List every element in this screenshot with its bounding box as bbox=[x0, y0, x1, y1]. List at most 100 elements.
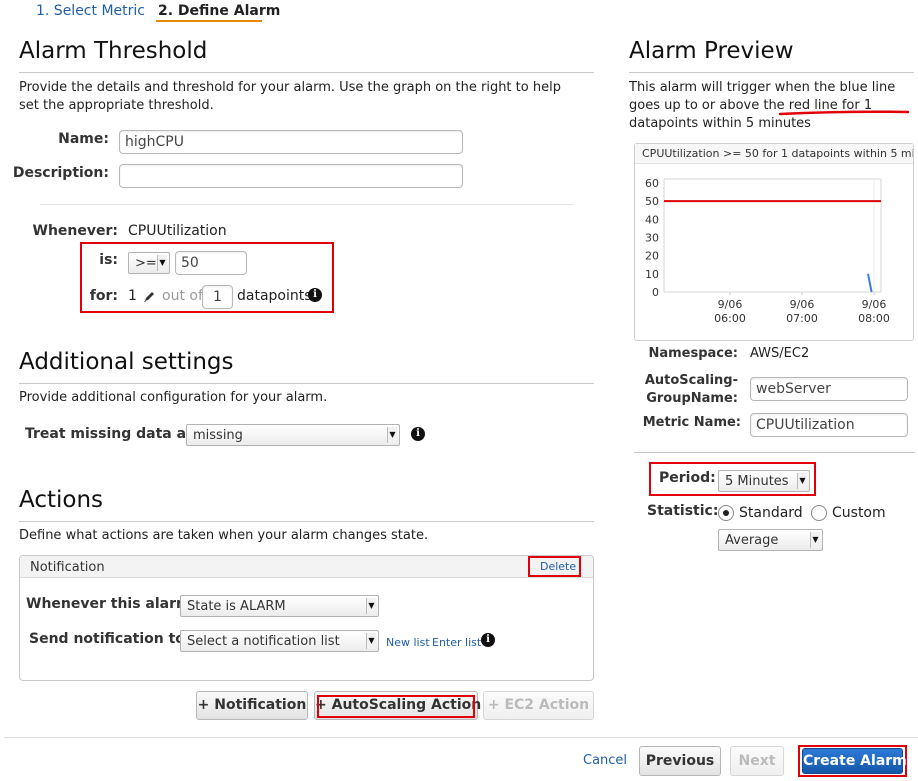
enter-list-link[interactable]: Enter list bbox=[432, 636, 481, 649]
red-underline-annotation bbox=[778, 110, 910, 116]
whenever-metric-value: CPUUtilization bbox=[128, 223, 227, 239]
series-line bbox=[867, 273, 873, 293]
name-input[interactable]: highCPU bbox=[119, 130, 463, 154]
period-label: Period: bbox=[659, 470, 716, 486]
chevron-down-icon: ▼ bbox=[157, 255, 167, 271]
additional-settings-heading: Additional settings bbox=[19, 349, 234, 375]
active-step-underline bbox=[156, 20, 262, 22]
operator-select[interactable]: >= ▼ bbox=[128, 252, 170, 274]
autoscaling-action-highlight bbox=[317, 695, 475, 718]
for-count-value: 1 bbox=[128, 288, 137, 304]
statistic-select[interactable]: Average ▼ bbox=[718, 529, 823, 551]
previous-button[interactable]: Previous bbox=[639, 746, 721, 776]
chevron-down-icon: ▼ bbox=[387, 427, 397, 443]
send-notification-label: Send notification to: bbox=[29, 631, 191, 647]
chevron-down-icon: ▼ bbox=[810, 532, 820, 548]
notification-panel-title: Notification bbox=[30, 560, 105, 575]
preview-text-after: minutes bbox=[754, 116, 811, 131]
x-tick-date: 9/06 bbox=[790, 298, 815, 311]
x-tick-time: 06:00 bbox=[714, 312, 746, 325]
standard-radio-label: Standard bbox=[739, 505, 803, 521]
add-notification-button[interactable]: + Notification bbox=[196, 691, 308, 720]
is-label: is: bbox=[99, 252, 118, 268]
notification-panel: Notification bbox=[19, 555, 594, 681]
x-tick-time: 08:00 bbox=[858, 312, 890, 325]
step-define-alarm: 2. Define Alarm bbox=[158, 3, 281, 19]
namespace-value: AWS/EC2 bbox=[750, 346, 810, 361]
pencil-icon[interactable] bbox=[143, 290, 156, 303]
autoscaling-group-label-line2: GroupName: bbox=[646, 391, 738, 406]
statistic-select-value: Average bbox=[725, 533, 779, 548]
y-tick-label: 10 bbox=[645, 268, 659, 281]
period-select[interactable]: 5 Minutes ▼ bbox=[718, 470, 810, 492]
x-tick-time: 07:00 bbox=[786, 312, 818, 325]
namespace-label: Namespace: bbox=[648, 346, 738, 361]
cancel-link[interactable]: Cancel bbox=[583, 753, 627, 768]
statistic-label: Statistic: bbox=[647, 503, 719, 519]
out-of-input[interactable]: 1 bbox=[202, 285, 233, 309]
alarm-preview-description: This alarm will trigger when the blue li… bbox=[629, 79, 915, 133]
section-divider bbox=[19, 521, 594, 522]
alarm-threshold-heading: Alarm Threshold bbox=[19, 38, 208, 64]
info-icon[interactable]: i bbox=[308, 288, 322, 302]
custom-radio-label: Custom bbox=[832, 505, 886, 521]
chevron-down-icon: ▼ bbox=[366, 598, 376, 614]
notification-list-placeholder: Select a notification list bbox=[187, 634, 340, 649]
delete-link[interactable]: Delete bbox=[540, 560, 576, 573]
section-divider bbox=[19, 72, 594, 73]
description-input[interactable] bbox=[119, 164, 463, 188]
x-tick-date: 9/06 bbox=[718, 298, 743, 311]
y-tick-label: 60 bbox=[645, 177, 659, 190]
next-button[interactable]: Next bbox=[730, 746, 784, 776]
chart-title: CPUUtilization >= 50 for 1 datapoints wi… bbox=[635, 144, 913, 164]
new-list-link[interactable]: New list bbox=[386, 636, 430, 649]
operator-select-value: >= bbox=[135, 256, 157, 271]
chevron-down-icon: ▼ bbox=[797, 473, 807, 489]
preview-divider bbox=[634, 452, 915, 453]
info-icon[interactable]: i bbox=[411, 427, 425, 441]
actions-heading: Actions bbox=[19, 487, 104, 513]
section-divider bbox=[19, 383, 594, 384]
additional-settings-description: Provide additional configuration for you… bbox=[19, 390, 328, 405]
y-tick-label: 20 bbox=[645, 250, 659, 263]
y-tick-label: 0 bbox=[652, 286, 659, 299]
period-select-value: 5 Minutes bbox=[725, 474, 789, 489]
autoscaling-group-input[interactable]: webServer bbox=[750, 377, 908, 401]
notification-panel-header bbox=[20, 556, 593, 578]
metric-name-input[interactable]: CPUUtilization bbox=[750, 413, 908, 437]
alarm-preview-heading: Alarm Preview bbox=[629, 38, 794, 64]
datapoints-label: datapoints bbox=[237, 288, 312, 304]
create-alarm-button[interactable]: Create Alarm bbox=[802, 748, 907, 774]
threshold-input[interactable]: 50 bbox=[175, 251, 247, 275]
whenever-alarm-label: Whenever this alarm: bbox=[26, 596, 197, 612]
y-tick-label: 50 bbox=[645, 195, 659, 208]
info-icon[interactable]: i bbox=[481, 633, 495, 647]
section-divider bbox=[629, 72, 914, 73]
name-label: Name: bbox=[58, 131, 109, 147]
footer-divider bbox=[4, 737, 918, 738]
standard-radio[interactable] bbox=[718, 505, 734, 521]
treat-missing-select[interactable]: missing ▼ bbox=[186, 424, 400, 446]
description-label: Description: bbox=[12, 165, 109, 181]
autoscaling-group-label: AutoScaling- GroupName: bbox=[629, 372, 738, 408]
y-tick-label: 30 bbox=[645, 232, 659, 245]
chevron-down-icon: ▼ bbox=[366, 633, 376, 649]
treat-missing-label: Treat missing data as: bbox=[25, 426, 200, 442]
notification-list-select[interactable]: Select a notification list ▼ bbox=[180, 630, 379, 652]
treat-missing-select-value: missing bbox=[193, 428, 243, 443]
whenever-label: Whenever: bbox=[32, 223, 119, 239]
step-select-metric[interactable]: 1. Select Metric bbox=[36, 3, 145, 19]
out-of-label: out of bbox=[162, 288, 203, 304]
custom-radio[interactable] bbox=[811, 505, 827, 521]
add-ec2-action-button[interactable]: + EC2 Action bbox=[483, 691, 594, 720]
actions-description: Define what actions are taken when your … bbox=[19, 528, 429, 543]
alarm-state-select[interactable]: State is ALARM ▼ bbox=[180, 595, 379, 617]
autoscaling-group-label-line1: AutoScaling- bbox=[644, 373, 738, 388]
alarm-preview-chart: CPUUtilization >= 50 for 1 datapoints wi… bbox=[634, 143, 914, 341]
alarm-threshold-description: Provide the details and threshold for yo… bbox=[19, 80, 561, 113]
metric-name-label: Metric Name: bbox=[642, 415, 741, 430]
chart-plot: 60504030201009/0606:009/0607:009/0608:00 bbox=[645, 177, 890, 325]
x-tick-date: 9/06 bbox=[862, 298, 887, 311]
for-label: for: bbox=[89, 288, 118, 304]
y-tick-label: 40 bbox=[645, 213, 659, 226]
